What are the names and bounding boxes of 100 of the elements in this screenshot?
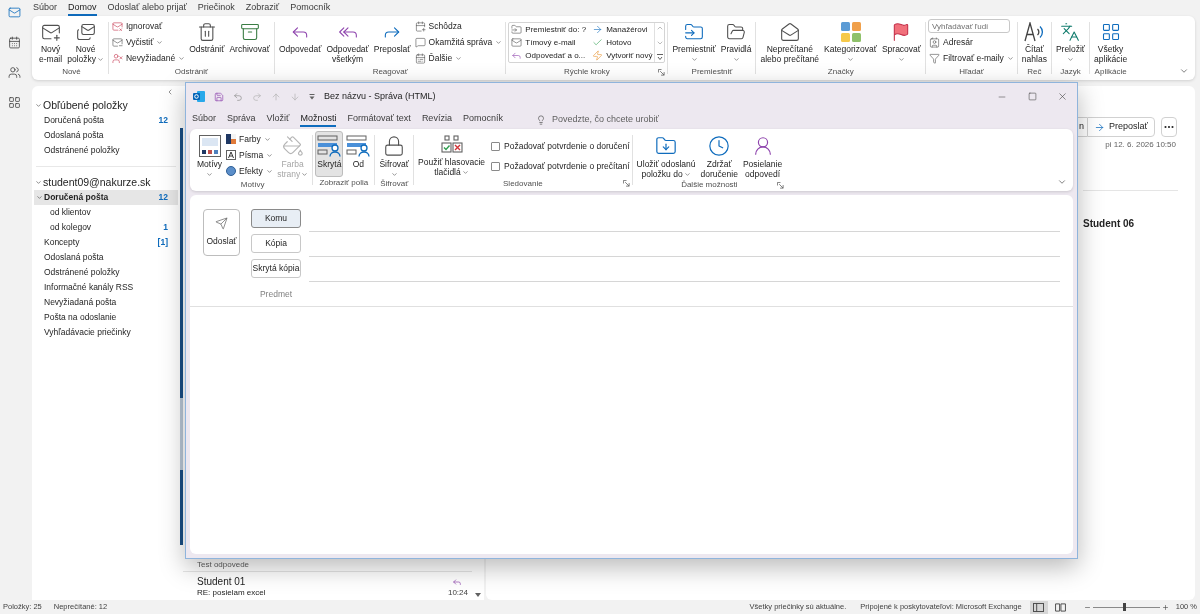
folder-section-header[interactable]: Obľúbené položky [32, 98, 180, 113]
folder-item[interactable]: Odstránené položky [34, 265, 178, 280]
quick-step[interactable]: Hotovo [592, 36, 653, 49]
collapse-pane-icon[interactable] [166, 88, 174, 96]
more-button[interactable] [1160, 117, 1177, 137]
ribbon-button[interactable]: Filtrovať e-maily [928, 50, 1015, 66]
ribbon-button[interactable]: Nevyžiadané [111, 50, 187, 66]
chevron-down-icon[interactable] [36, 194, 43, 201]
ribbon-button[interactable]: Čítať nahlas [1019, 18, 1049, 66]
folder-item[interactable]: Doručená pošta 12 [34, 190, 178, 205]
folder-item[interactable]: Koncepty [1] [34, 235, 178, 250]
folder-item[interactable]: Odoslaná pošta [34, 128, 178, 143]
zoom-slider-track[interactable] [1092, 603, 1160, 611]
ribbon-tab[interactable]: Zobraziť [245, 0, 280, 16]
dialog-launcher-icon[interactable] [622, 180, 630, 187]
search-field[interactable]: Vyhľadávať ľudí [928, 19, 1010, 33]
folder-item[interactable]: od kolegov 1 [34, 220, 178, 235]
quick-step[interactable]: Manažérovi [592, 23, 653, 36]
recipient-button[interactable]: Kópia [251, 234, 301, 253]
folder-item[interactable]: Informačné kanály RSS [34, 280, 178, 295]
ribbon-tab[interactable]: Súbor [192, 112, 217, 127]
maximize-icon[interactable] [1027, 92, 1037, 101]
expand-gallery-icon[interactable] [655, 53, 664, 61]
ribbon-button[interactable]: Použiť hlasovacie tlačidlá [416, 131, 487, 178]
ribbon-tab[interactable]: Priečinok [197, 0, 235, 16]
toolbar-button[interactable]: Preposlať [1087, 117, 1155, 137]
chevron-down-icon[interactable] [35, 179, 42, 186]
ribbon-button[interactable]: Schôdza [413, 18, 504, 34]
ribbon-button[interactable]: Nový e-mail [37, 18, 65, 66]
zoom-in-icon[interactable] [1161, 603, 1169, 611]
recipient-button[interactable]: Skrytá kópia [251, 259, 301, 278]
calendar-icon[interactable] [7, 36, 21, 49]
ribbon-tab[interactable]: Vložiť [266, 112, 290, 127]
ribbon-button[interactable]: Skrytá [315, 131, 344, 177]
ribbon-button[interactable]: Preposlať [371, 18, 413, 66]
ribbon-button[interactable]: Nové položky [65, 18, 106, 66]
ribbon-tab[interactable]: Odoslať alebo prijať [107, 0, 187, 16]
collapse-ribbon-icon[interactable] [1057, 177, 1067, 187]
checkbox-option[interactable]: Požadovať potvrdenie o doručení [491, 140, 630, 153]
ribbon-button[interactable]: Preložiť [1053, 18, 1088, 66]
undo-icon[interactable] [233, 91, 243, 102]
ribbon-tab[interactable]: Formátovať text [347, 112, 411, 127]
zoom-slider-thumb[interactable] [1122, 603, 1126, 611]
dialog-launcher-icon[interactable] [658, 68, 666, 76]
ribbon-tab[interactable]: Pomocník [290, 0, 331, 16]
ribbon-button[interactable]: Uložiť odoslanú položku do [634, 131, 698, 180]
folder-item[interactable]: Vyhľadávacie priečinky [34, 325, 178, 340]
ribbon-button[interactable]: Odpovedať [276, 18, 324, 66]
ribbon-tab[interactable]: Revízia [421, 112, 452, 127]
checkbox[interactable] [491, 141, 500, 151]
dialog-launcher-icon[interactable] [777, 181, 785, 189]
folder-item[interactable]: Doručená pošta 12 [34, 113, 178, 128]
folder-section-header[interactable]: student09@nakurze.sk [32, 175, 180, 190]
folder-item[interactable]: Pošta na odoslanie [34, 310, 178, 325]
ribbon-button[interactable]: Písma [225, 147, 275, 163]
ribbon-button[interactable]: Spracovať [879, 18, 923, 66]
ribbon-button[interactable]: Vyčistiť [111, 34, 187, 50]
quick-step[interactable]: Tímový e-mail [511, 36, 587, 49]
ribbon-button[interactable]: Odpovedať všetkým [324, 18, 371, 66]
send-button[interactable]: Odoslať [203, 209, 240, 256]
ribbon-button[interactable]: Okamžitá správa [413, 34, 504, 50]
ribbon-button[interactable]: Ignorovať [111, 18, 187, 34]
save-icon[interactable] [214, 91, 224, 102]
folder-item[interactable]: Odoslaná pošta [34, 250, 178, 265]
ribbon-button[interactable]: Šifrovať [377, 131, 412, 179]
ribbon-tab[interactable]: Správa [227, 112, 256, 127]
subject-field[interactable]: Predmet [190, 282, 1073, 307]
recipient-button[interactable]: Komu [251, 209, 301, 228]
ribbon-button[interactable]: Ďalšie [413, 50, 504, 66]
checkbox[interactable] [491, 161, 500, 171]
ribbon-tab[interactable]: Možnosti [300, 112, 337, 127]
ribbon-tab[interactable]: Súbor [33, 0, 58, 16]
scroll-down-icon[interactable] [475, 593, 481, 597]
ribbon-tab[interactable]: Pomocník [462, 112, 503, 127]
view-button[interactable] [1029, 600, 1048, 614]
ribbon-button[interactable]: Kategorizovať [822, 18, 879, 66]
folder-item[interactable]: Odstránené položky [34, 143, 178, 158]
ribbon-button[interactable]: Motívy [195, 131, 225, 180]
folder-item[interactable]: od klientov [34, 205, 178, 220]
quick-step[interactable]: Odpovedať a o... [511, 49, 587, 62]
tell-me-field[interactable]: Povedzte, čo chcete urobiť [551, 112, 682, 127]
app-grid-icon[interactable] [7, 96, 21, 109]
ribbon-button[interactable]: Odstrániť [187, 18, 227, 66]
ribbon-button[interactable]: Posielanie odpovedí [740, 131, 785, 180]
ribbon-button[interactable]: Archivovať [227, 18, 272, 66]
ribbon-button[interactable]: Farby [225, 131, 275, 147]
ribbon-button[interactable]: Od [344, 131, 373, 177]
scroll-up-icon[interactable] [655, 24, 664, 32]
ribbon-button[interactable]: Premiestniť [670, 18, 718, 66]
close-icon[interactable] [1056, 91, 1068, 102]
quick-step[interactable]: Vytvoriť nový [592, 49, 653, 62]
collapse-ribbon-icon[interactable] [1179, 66, 1189, 76]
ribbon-button[interactable]: Neprečítané alebo prečítané [758, 18, 822, 66]
chevron-down-icon[interactable] [35, 102, 42, 109]
quick-step[interactable]: Premiestniť do: ? [511, 23, 587, 36]
ribbon-button[interactable]: Adresár [928, 34, 1015, 50]
ribbon-button[interactable]: Efekty [225, 163, 275, 179]
ribbon-button[interactable]: Zdržať doručenie [698, 131, 740, 180]
checkbox-option[interactable]: Požadovať potvrdenie o prečítaní [491, 159, 630, 173]
mail-icon[interactable] [7, 6, 21, 19]
